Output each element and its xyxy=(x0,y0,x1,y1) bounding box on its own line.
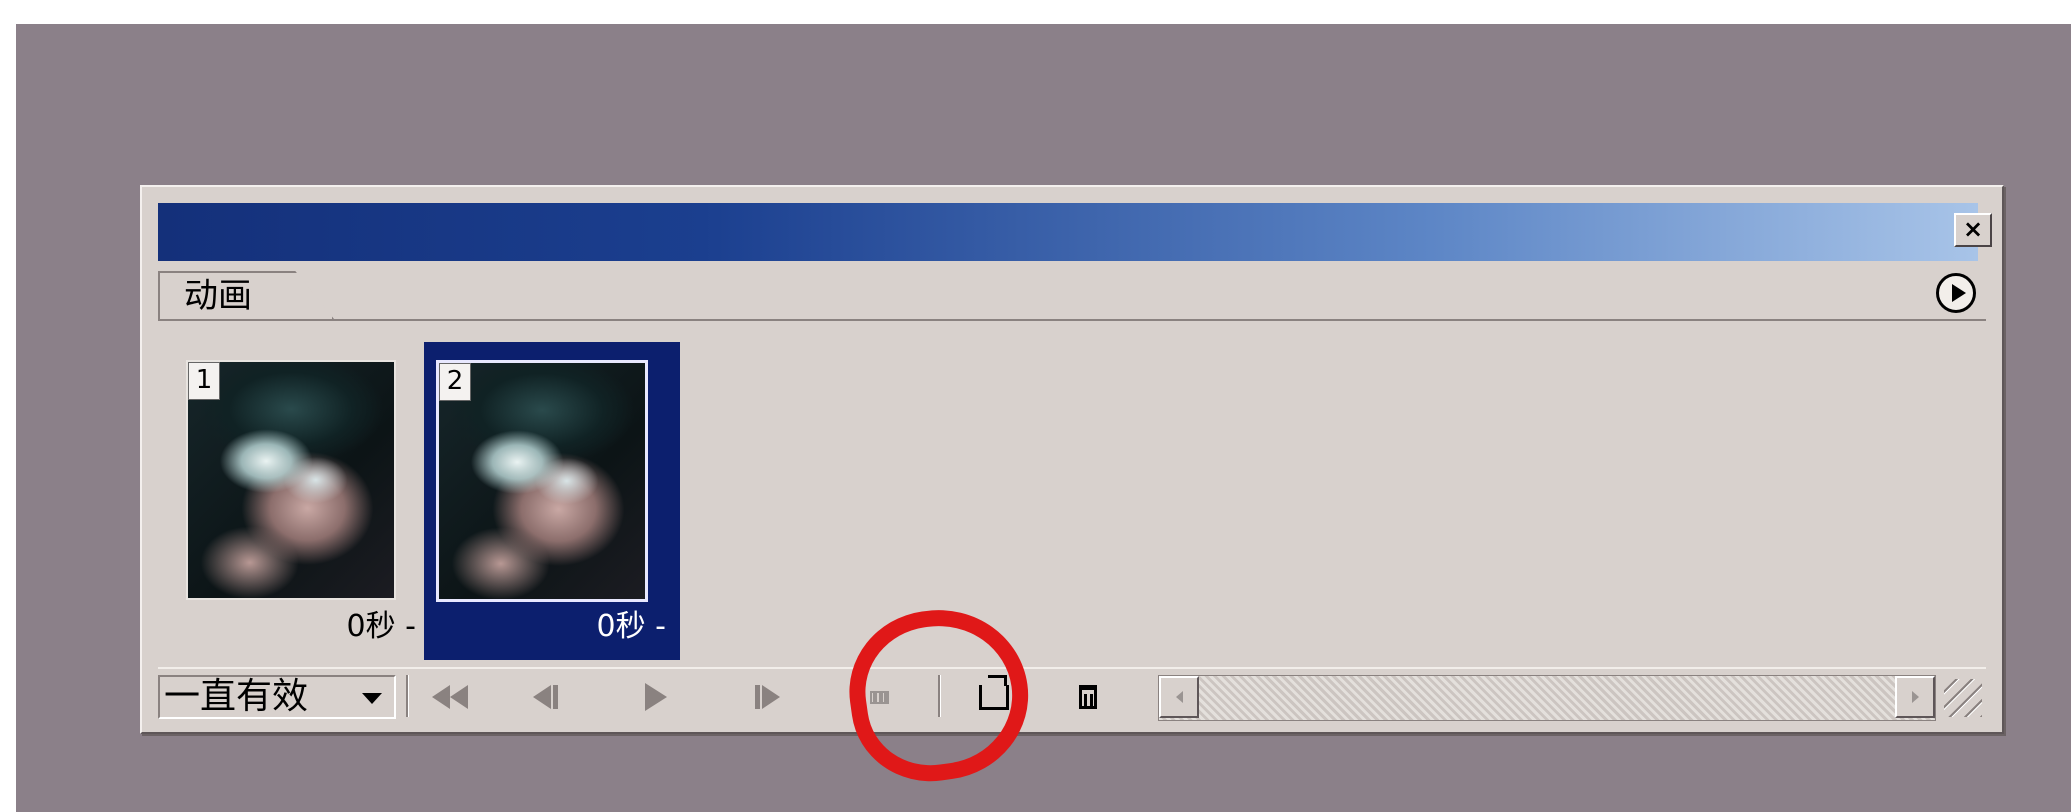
first-frame-icon xyxy=(432,685,468,709)
arrow-left-icon xyxy=(1175,691,1183,703)
previous-frame-icon xyxy=(532,685,560,709)
first-frame-button[interactable] xyxy=(420,675,480,719)
play-icon xyxy=(645,683,667,711)
loop-options-select[interactable]: 一直有效 xyxy=(158,675,396,719)
panel-titlebar[interactable] xyxy=(158,203,1978,261)
frame-1-thumbnail: 1 xyxy=(186,360,396,600)
chevron-down-icon xyxy=(362,693,382,704)
panel-menu-button[interactable] xyxy=(1936,273,1976,313)
trash-icon xyxy=(1079,685,1097,709)
frame-delay-dropdown[interactable]: 0秒 - xyxy=(347,610,416,644)
animation-toolbar: 一直有效 xyxy=(158,667,1986,721)
next-frame-icon xyxy=(753,685,780,709)
close-icon: × xyxy=(1962,215,1984,243)
frame-delay-dropdown[interactable]: 0秒 - xyxy=(597,610,666,644)
scroll-left-button[interactable] xyxy=(1159,676,1199,718)
frame-number: 2 xyxy=(439,363,471,401)
play-button[interactable] xyxy=(626,675,686,719)
arrow-right-icon xyxy=(1911,691,1919,703)
tab-animation[interactable]: 动画 xyxy=(158,271,334,319)
frame-number: 1 xyxy=(188,362,220,400)
resize-grip[interactable] xyxy=(1944,679,1982,717)
close-button[interactable]: × xyxy=(1954,213,1992,247)
tab-animation-label: 动画 xyxy=(184,276,252,316)
frame-2-thumbnail: 2 xyxy=(436,360,648,602)
tab-row: 动画 xyxy=(158,267,1986,321)
toolbar-separator xyxy=(406,675,409,717)
delete-frame-button[interactable] xyxy=(1058,675,1118,719)
frame-2[interactable]: 2 0秒 - xyxy=(424,342,680,660)
previous-frame-button[interactable] xyxy=(516,675,576,719)
frame-1[interactable]: 1 0秒 - xyxy=(174,342,430,660)
next-frame-button[interactable] xyxy=(736,675,796,719)
scroll-right-button[interactable] xyxy=(1895,676,1935,718)
loop-options-value: 一直有效 xyxy=(164,676,309,717)
frames-scrollbar[interactable] xyxy=(1158,675,1936,721)
animation-panel: × 动画 1 0秒 - 2 0秒 - 一直有效 xyxy=(140,185,2004,734)
